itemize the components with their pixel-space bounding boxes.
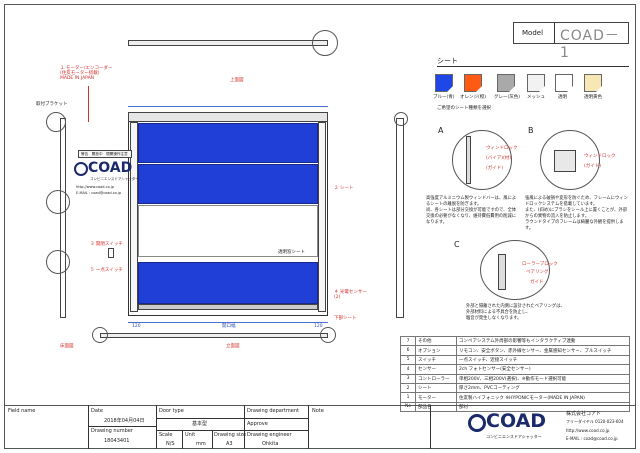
bracket-label: 取付ブラケット: [36, 102, 68, 107]
side-view-head: [394, 112, 408, 126]
sheet-panel-upper: [138, 123, 318, 163]
warning-sign: 警告 開放中 閉開操作注意: [78, 150, 132, 158]
top-view-roller: [128, 40, 328, 46]
side-view-rail: [396, 118, 404, 318]
scale-value: N/S: [166, 441, 175, 447]
field-name-label: Field name: [8, 408, 36, 414]
switch-label-2: ５ 一点スイッチ: [90, 268, 123, 273]
detail-c-roller: [498, 254, 506, 290]
door-head-box: [128, 112, 328, 122]
bottom-sheet-label: 下部シート: [334, 316, 357, 321]
detail-circle-floor-2: [320, 327, 336, 343]
right-guide-rail: [318, 122, 326, 312]
switch-box: [108, 248, 114, 258]
top-view-label: 上面図: [230, 78, 244, 83]
detail-circle-left-3: [46, 250, 70, 274]
detail-a-bar: [466, 136, 471, 184]
dim-side-left: 120: [132, 324, 141, 329]
sheet-label: ２ シート: [334, 186, 354, 191]
drawing-number-value: 18043401: [104, 438, 130, 444]
company-name: 株式会社コアド: [566, 411, 602, 417]
switch-label-1: ３ 開閉スイッチ: [90, 242, 123, 247]
swatch-orange[interactable]: [464, 74, 482, 92]
swatch-clear[interactable]: [555, 74, 573, 92]
floor-plan-label: 床面図: [60, 344, 74, 349]
detail-a-letter: A: [438, 126, 444, 135]
detail-desc-c: 外部と隔離された内側に設計されたベアリングは、 外部材料による不具合を防止し、 …: [466, 304, 565, 321]
swatch-label: メッシュ: [527, 95, 545, 100]
table-row: 7 その他 コンベアシステム外周部の影響等もインタラクティブ連動: [400, 335, 630, 347]
detail-b-letter: B: [528, 126, 534, 135]
swatch-label: グレー(灰色): [494, 95, 521, 100]
drawing-number-label: Drawing number: [91, 428, 133, 434]
swatch-label: 透明黄色: [584, 95, 602, 100]
swatch-label: オレンジ(橙): [460, 95, 487, 100]
door-type-value: 基本型: [192, 421, 208, 427]
table-row: 2 シート 厚さ2mm、PVCコーティング: [400, 382, 630, 394]
sheet-note: ご希望のシート種類を選択: [437, 106, 491, 111]
model-box: Model COAD－1: [513, 22, 629, 61]
engineer-value: Ohkita: [262, 441, 279, 447]
dim-bottom: 開口幅: [222, 324, 236, 329]
size-label: Drawing size: [214, 432, 247, 438]
model-label: Model: [522, 29, 544, 37]
scale-label: Scale: [159, 432, 173, 438]
detail-circle-left-1: [46, 112, 66, 132]
motor-annotation: １ モーター/エンコーダー (住友モーター搭載) MADE IN JAPAN: [60, 66, 113, 81]
detail-circle-floor-1: [92, 327, 108, 343]
sheet-panel-lower: [138, 262, 318, 304]
table-row: 1 モーター 住友製ハイフォニック ※HYPONICモーター(MADE IN JAP…: [400, 392, 630, 403]
elevation-label: 立面図: [226, 344, 240, 349]
photo-sensor-label: ４ 光電センサー (2): [334, 290, 367, 300]
company-mail: E-MAIL : coad@coad.co.jp: [566, 436, 618, 441]
model-value: COAD－1: [560, 28, 620, 61]
approve-label: Approve: [247, 421, 268, 427]
date-value: 2018年04月04日: [104, 418, 145, 424]
detail-desc-right: 強風による破損や変形を防ぐため、フレームにウィンドロックシステムを搭載しています…: [525, 196, 628, 231]
table-row: 3 コントローラー 単相200V、三相200V(選択)、※動作モード選択可能: [400, 373, 630, 384]
sheet-title: シート: [437, 57, 458, 65]
dept-label: Drawing department: [247, 408, 299, 414]
swatch-clear-yellow[interactable]: [584, 74, 602, 92]
clear-window-label: 透明窓シート: [278, 250, 305, 255]
floor-plan-bar: [100, 333, 328, 338]
table-row: 4 センサー 2ch フォトセンサー(安全センサー): [400, 364, 630, 375]
date-label: Date: [91, 408, 103, 414]
swatch-mesh[interactable]: [527, 74, 545, 92]
swatch-label: ブルー(青): [433, 95, 455, 100]
door-type-label: Door type: [159, 408, 184, 414]
engineer-label: Drawing engineer: [247, 432, 292, 438]
unit-value: mm: [196, 441, 206, 447]
company-tel: フリーダイヤル 0120-023-604: [566, 419, 624, 424]
coad-logo: COAD コンビニエンスドアシャッター: [468, 410, 558, 444]
bottom-bar: [138, 304, 318, 310]
sheet-panel-middle: [138, 164, 318, 204]
detail-desc-left: 高強度アルミニウム製ウィンドバーは、風によるシートの離脱を防ぎます。 尚、各シー…: [426, 196, 517, 225]
left-side-rail: [60, 118, 66, 318]
spec-table: 7 その他 コンベアシステム外周部の影響等もインタラクティブ連動 6 オプション リモコ…: [400, 335, 630, 413]
company-site: http://www.coad.co.jp: [566, 428, 610, 433]
dim-side-right: 120: [314, 324, 323, 329]
table-row: 5 スイッチ 一点スイッチ、近接スイッチ: [400, 354, 630, 366]
detail-b-bracket: [554, 150, 576, 172]
swatch-blue[interactable]: [435, 74, 453, 92]
detail-circle-left-2: [46, 190, 70, 214]
detail-c-letter: C: [454, 240, 460, 249]
coad-logo-left: COAD コンビニエンスドアシャッター http://www.coad.co.j…: [74, 160, 139, 195]
note-label: Note: [312, 408, 324, 414]
size-value: A3: [226, 441, 233, 447]
table-row: 6 オプション リモコン、安全ボタン、赤外線センサー、金属感知センサー、プルスイッチ: [400, 345, 630, 356]
swatch-label: 透明: [558, 95, 567, 100]
unit-label: Unit: [185, 432, 196, 438]
detail-circle-top: [312, 30, 338, 56]
swatch-gray[interactable]: [497, 74, 515, 92]
